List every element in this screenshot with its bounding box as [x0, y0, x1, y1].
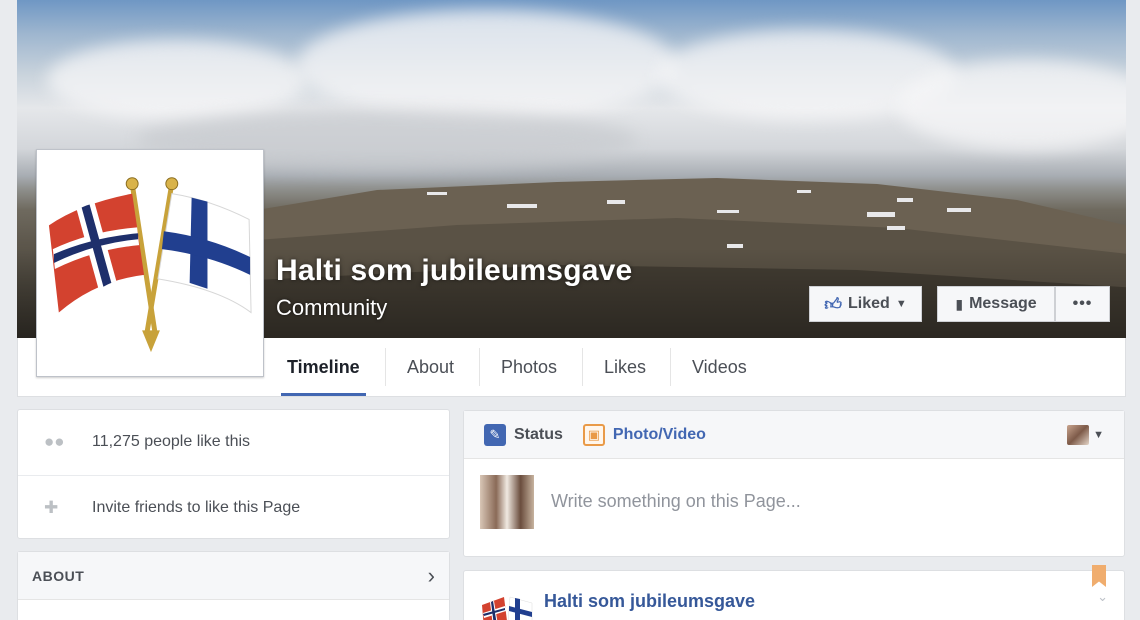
message-label: Message	[969, 295, 1037, 312]
bookmark-icon[interactable]	[1092, 565, 1106, 587]
tab-timeline[interactable]: Timeline	[281, 338, 366, 396]
about-card: ABOUT ›	[17, 551, 450, 620]
chevron-down-icon[interactable]: ⌄	[1097, 589, 1108, 605]
more-icon: •••	[1072, 295, 1093, 312]
caret-down-icon: ▼	[1093, 428, 1104, 441]
timeline-post: Halti som jubileumsgave ⌄	[463, 565, 1125, 620]
add-person-icon: ✚	[44, 497, 59, 517]
likes-count-text: 11,275 people like this	[92, 433, 251, 450]
composer-input[interactable]: Write something on this Page...	[551, 491, 801, 512]
more-options-button[interactable]: •••	[1055, 286, 1110, 322]
thumbs-up-icon: 👍︎	[824, 294, 843, 314]
post-author-avatar[interactable]	[480, 589, 534, 620]
user-avatar	[480, 475, 534, 529]
status-tab[interactable]: ✎ Status	[484, 423, 563, 446]
invite-friends-row[interactable]: ✚ Invite friends to like this Page	[18, 475, 449, 539]
pencil-icon: ✎	[484, 423, 506, 446]
post-as-selector[interactable]: ▼	[1067, 424, 1104, 445]
post-composer: ✎ Status ▣ Photo/Video ▼ Write something…	[463, 410, 1125, 557]
profile-picture[interactable]	[36, 149, 264, 377]
tab-photos[interactable]: Photos	[501, 338, 557, 396]
status-label: Status	[514, 425, 563, 443]
page-title[interactable]: Halti som jubileumsgave	[276, 254, 632, 288]
likes-card: ●● 11,275 people like this ✚ Invite frie…	[17, 409, 450, 539]
caret-down-icon: ▼	[895, 298, 907, 310]
liked-label: Liked	[848, 295, 890, 312]
message-button[interactable]: ▮ Message	[937, 286, 1055, 322]
composer-tabs: ✎ Status ▣ Photo/Video ▼	[464, 411, 1124, 459]
post-as-avatar	[1067, 424, 1090, 445]
photo-video-label: Photo/Video	[612, 425, 706, 443]
about-heading: ABOUT	[32, 567, 85, 584]
photo-video-tab[interactable]: ▣ Photo/Video	[582, 423, 706, 446]
tab-likes[interactable]: Likes	[604, 338, 646, 396]
crossed-flags-image	[41, 154, 259, 372]
message-icon: ▮	[955, 295, 964, 312]
invite-text: Invite friends to like this Page	[92, 498, 301, 516]
chevron-right-icon[interactable]: ›	[428, 563, 435, 589]
photo-icon: ▣	[582, 423, 605, 446]
liked-button[interactable]: 👍︎ Liked ▼	[809, 286, 922, 322]
tab-about[interactable]: About	[407, 338, 454, 396]
post-author-name[interactable]: Halti som jubileumsgave	[544, 591, 755, 612]
composer-body[interactable]: Write something on this Page...	[464, 459, 1124, 557]
page-category: Community	[276, 295, 388, 320]
tab-videos[interactable]: Videos	[692, 338, 747, 396]
about-header[interactable]: ABOUT ›	[18, 552, 449, 600]
people-icon: ●●	[44, 432, 65, 451]
likes-count-row[interactable]: ●● 11,275 people like this	[18, 410, 449, 474]
